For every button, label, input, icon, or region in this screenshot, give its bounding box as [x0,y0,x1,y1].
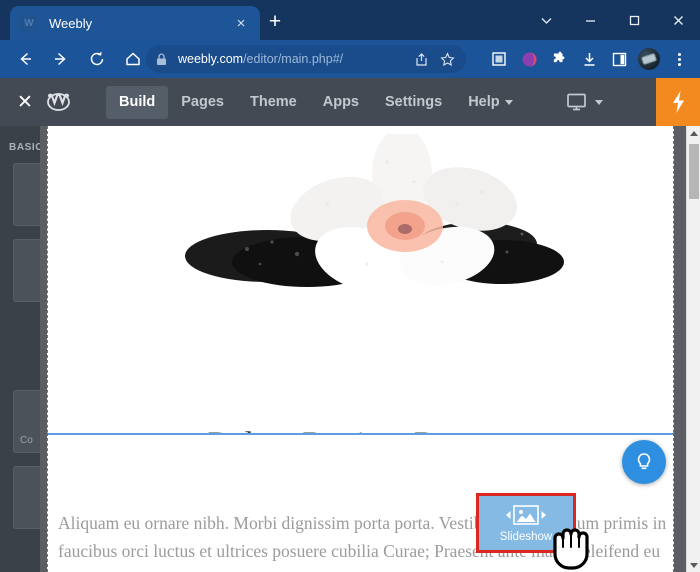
extensions-toolbar [484,44,694,74]
minimize-icon[interactable] [568,0,612,40]
color-extension-icon[interactable] [514,44,544,74]
back-arrow-icon[interactable] [10,44,40,74]
publish-button[interactable] [656,78,700,126]
editor-close-icon[interactable]: ✕ [8,91,42,114]
tab-pages[interactable]: Pages [168,86,237,119]
hero-image [48,132,673,314]
tab-title: Weebly [49,15,93,31]
weebly-editor-header: ✕ Build Pages Theme Apps Settings Help [0,78,700,126]
new-tab-button[interactable]: + [262,10,288,36]
editor-body: BASIC Co Aliquam eu ornare nibh. Morbi d… [0,126,700,572]
sidebar-element-tile[interactable]: Co [13,390,40,453]
help-button[interactable] [622,440,666,484]
weebly-logo-icon[interactable] [42,92,78,112]
lock-icon [156,52,169,66]
forward-arrow-icon[interactable] [46,44,76,74]
vertical-scrollbar[interactable] [686,126,700,572]
scrollbar-thumb[interactable] [689,144,699,199]
spa-flower-stones-image [184,134,564,291]
share-icon[interactable] [408,49,434,69]
tab-build-label: Build [119,94,156,110]
url-text: weebly.com/editor/main.php#/ [178,52,343,66]
sidebar-element-label: Co [20,435,33,446]
grabbing-hand-cursor [542,516,598,572]
address-bar[interactable]: weebly.com/editor/main.php#/ [146,45,466,73]
elements-sidebar[interactable]: BASIC Co [0,126,40,572]
window-controls [524,0,700,40]
tab-close-icon[interactable]: × [232,16,250,31]
screenshot-extension-icon[interactable] [484,44,514,74]
sidebar-element-tile[interactable] [13,163,40,226]
reload-icon[interactable] [82,44,112,74]
tab-theme-label: Theme [249,94,297,110]
browser-tab-weebly[interactable]: W Weebly × [10,6,260,40]
tab-help-label: Help [468,94,500,110]
browser-window: W Weebly × + weebly.com/editor/main.php#… [0,0,700,572]
tab-pages-label: Pages [181,94,224,110]
tab-apps-label: Apps [322,94,359,110]
tab-theme[interactable]: Theme [237,86,310,119]
sidebar-section-title: BASIC [9,142,40,153]
tab-settings-label: Settings [384,94,443,110]
sidebar-element-tile[interactable] [13,466,40,529]
tab-help[interactable]: Help [455,86,525,119]
device-preview-switch[interactable] [566,93,603,112]
editor-nav: Build Pages Theme Apps Settings Help [106,78,603,126]
device-chevron-down-icon [594,99,603,105]
tab-settings[interactable]: Settings [372,86,455,119]
url-host: weebly.com [178,52,244,66]
site-canvas: Relax. Revive. Repeat. BUTTON TEXT Aliqu… [40,126,686,572]
bookmark-star-icon[interactable] [434,49,460,69]
url-path: /editor/main.php#/ [243,52,344,66]
drop-indicator-line [48,433,673,435]
puzzle-extensions-icon[interactable] [544,44,574,74]
maximize-icon[interactable] [612,0,656,40]
chevron-down-icon [504,99,513,105]
lightning-bolt-icon [672,91,684,113]
scroll-up-arrow[interactable] [687,126,700,140]
tab-search-chevron-down-icon[interactable] [524,0,568,40]
chrome-menu-icon[interactable] [664,44,694,74]
downloads-icon[interactable] [574,44,604,74]
omnibox-actions [408,49,460,69]
scroll-down-arrow[interactable] [687,558,700,572]
tab-build[interactable]: Build [106,85,169,119]
close-icon[interactable] [656,0,700,40]
tab-strip: W Weebly × + [0,0,700,40]
profile-avatar[interactable] [634,44,664,74]
side-panel-icon[interactable] [604,44,634,74]
lightbulb-icon [637,453,651,470]
home-icon[interactable] [118,44,148,74]
weebly-favicon-icon: W [20,15,37,31]
tab-apps[interactable]: Apps [310,86,372,119]
sidebar-element-tile[interactable] [13,239,40,302]
